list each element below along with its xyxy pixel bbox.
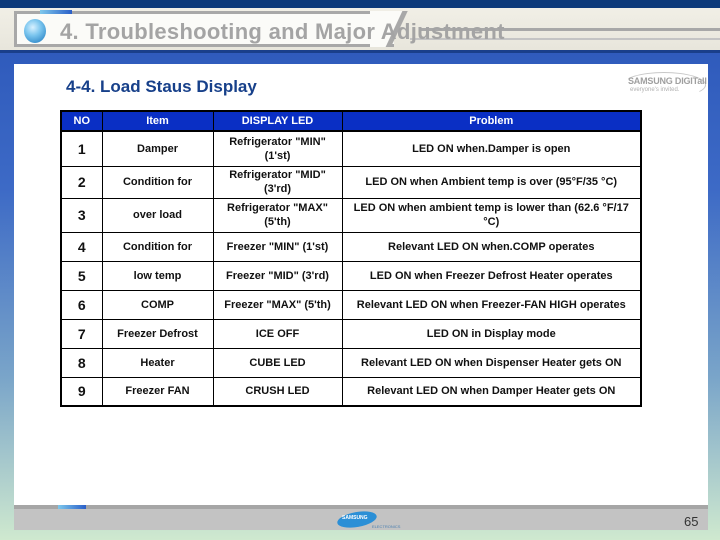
table-row: 4 Condition for Freezer "MIN" (1'st) Rel…	[60, 231, 642, 262]
cell-problem: Relevant LED ON when Damper Heater gets …	[341, 376, 642, 407]
cell-problem: Relevant LED ON when Dispenser Heater ge…	[341, 347, 642, 378]
table-row: 2 Condition for Refrigerator "MID" (3'rd…	[60, 165, 642, 199]
top-strip	[0, 0, 720, 8]
column-header-display-led: DISPLAY LED	[212, 110, 343, 132]
cell-no: 3	[60, 197, 103, 233]
cell-display-led: CUBE LED	[212, 347, 343, 378]
cell-display-led: Freezer "MAX" (5'th)	[212, 289, 343, 320]
table-row: 9 Freezer FAN CRUSH LED Relevant LED ON …	[60, 376, 642, 407]
cell-no: 9	[60, 376, 103, 407]
cell-problem: LED ON in Display mode	[341, 318, 642, 349]
cell-display-led: CRUSH LED	[212, 376, 343, 407]
cell-problem: LED ON when.Damper is open	[341, 130, 642, 167]
table-row: 6 COMP Freezer "MAX" (5'th) Relevant LED…	[60, 289, 642, 320]
cell-item: Heater	[101, 347, 214, 378]
footer-logo-text: SAMSUNG	[342, 515, 368, 521]
cell-problem: Relevant LED ON when.COMP operates	[341, 231, 642, 262]
cell-display-led: Refrigerator "MIN" (1'st)	[212, 130, 343, 167]
cell-item: low temp	[101, 260, 214, 291]
column-header-problem: Problem	[341, 110, 642, 132]
page-number: 65	[684, 514, 699, 529]
table-row: 8 Heater CUBE LED Relevant LED ON when D…	[60, 347, 642, 378]
cell-item: Freezer FAN	[101, 376, 214, 407]
column-header-no: NO	[60, 110, 103, 132]
cell-item: Damper	[101, 130, 214, 167]
footer-logo-subtext: ELECTRONICS	[372, 524, 401, 529]
cell-item: Freezer Defrost	[101, 318, 214, 349]
table-header-row: NO Item DISPLAY LED Problem	[60, 110, 642, 132]
table-row: 5 low temp Freezer "MID" (3'rd) LED ON w…	[60, 260, 642, 291]
orb-icon	[24, 19, 46, 43]
page-title: 4. Troubleshooting and Major Adjustment	[60, 19, 505, 44]
table-row: 7 Freezer Defrost ICE OFF LED ON in Disp…	[60, 318, 642, 349]
cell-no: 6	[60, 289, 103, 320]
column-header-item: Item	[101, 110, 214, 132]
cell-display-led: Refrigerator "MAX" (5'th)	[212, 197, 343, 233]
cell-no: 2	[60, 165, 103, 199]
brand-logo-text: SAMSUNG DIGITall	[628, 76, 707, 86]
cell-display-led: Freezer "MIN" (1'st)	[212, 231, 343, 262]
section-title: 4-4. Load Staus Display	[66, 77, 257, 96]
cell-display-led: Freezer "MID" (3'rd)	[212, 260, 343, 291]
cell-no: 5	[60, 260, 103, 291]
cell-item: Condition for	[101, 165, 214, 199]
brand-tagline: everyone's invited.	[630, 87, 680, 93]
cell-display-led: ICE OFF	[212, 318, 343, 349]
table-row: 1 Damper Refrigerator "MIN" (1'st) LED O…	[60, 130, 642, 167]
footer-accent-bar	[58, 505, 86, 509]
cell-item: over load	[101, 197, 214, 233]
title-bar: 4. Troubleshooting and Major Adjustment	[0, 8, 720, 53]
cell-problem: LED ON when Ambient temp is over (95°F/3…	[341, 165, 642, 199]
cell-problem: LED ON when Freezer Defrost Heater opera…	[341, 260, 642, 291]
cell-problem: LED ON when ambient temp is lower than (…	[341, 197, 642, 233]
cell-no: 8	[60, 347, 103, 378]
cell-no: 7	[60, 318, 103, 349]
cell-no: 1	[60, 130, 103, 167]
table-row: 3 over load Refrigerator "MAX" (5'th) LE…	[60, 197, 642, 233]
cell-item: Condition for	[101, 231, 214, 262]
load-status-table: NO Item DISPLAY LED Problem 1 Damper Ref…	[60, 110, 642, 407]
title-accent-bar	[40, 10, 72, 14]
cell-display-led: Refrigerator "MID" (3'rd)	[212, 165, 343, 199]
cell-problem: Relevant LED ON when Freezer-FAN HIGH op…	[341, 289, 642, 320]
cell-item: COMP	[101, 289, 214, 320]
cell-no: 4	[60, 231, 103, 262]
